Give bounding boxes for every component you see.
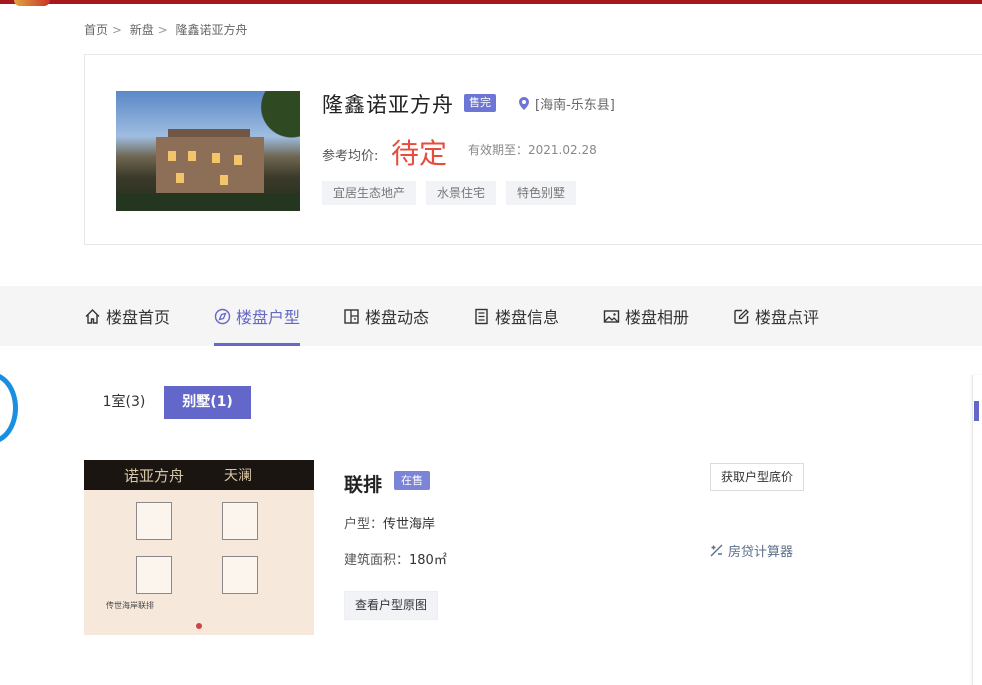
filter-villa-type[interactable]: 别墅(1) bbox=[164, 386, 251, 419]
unit-area-row: 建筑面积：180㎡ bbox=[344, 549, 447, 568]
tag-list: 宜居生态地产 水景住宅 特色别墅 bbox=[322, 181, 577, 205]
tab-label: 楼盘相册 bbox=[625, 308, 690, 327]
status-badge: 售完 bbox=[464, 94, 496, 112]
unit-status-badge: 在售 bbox=[394, 471, 430, 490]
unit-type-label: 户型： bbox=[344, 517, 384, 532]
tab-layouts[interactable]: 楼盘户型 bbox=[214, 286, 301, 346]
breadcrumb-home[interactable]: 首页 bbox=[84, 23, 108, 37]
tab-info[interactable]: 楼盘信息 bbox=[473, 286, 559, 346]
image-icon bbox=[603, 309, 620, 323]
tag: 宜居生态地产 bbox=[322, 181, 417, 205]
price-label: 参考均价: bbox=[322, 149, 379, 164]
top-banner-bar bbox=[0, 0, 982, 4]
breadcrumb-current: 隆鑫诺亚方舟 bbox=[175, 23, 248, 37]
edit-icon bbox=[734, 308, 749, 324]
tab-home[interactable]: 楼盘首页 bbox=[84, 286, 170, 346]
right-side-panel bbox=[972, 375, 982, 685]
side-floating-widget[interactable] bbox=[0, 372, 18, 444]
floor-plan-header-right: 天澜 bbox=[224, 468, 252, 484]
mortgage-calculator-link[interactable]: 房贷计算器 bbox=[709, 541, 793, 560]
home-icon bbox=[85, 308, 100, 324]
tab-label: 楼盘点评 bbox=[755, 308, 820, 327]
tab-label: 楼盘户型 bbox=[236, 308, 301, 327]
project-cover-image[interactable] bbox=[116, 91, 300, 211]
right-panel-marker bbox=[974, 401, 979, 421]
unit-title: 联排 bbox=[344, 474, 383, 496]
tab-album[interactable]: 楼盘相册 bbox=[603, 286, 689, 346]
price-value: 待定 bbox=[391, 137, 448, 170]
news-icon bbox=[344, 308, 359, 324]
location-pin-icon bbox=[519, 97, 529, 110]
get-base-price-button[interactable]: 获取户型底价 bbox=[710, 463, 805, 491]
tag: 特色别墅 bbox=[506, 181, 577, 205]
tab-news[interactable]: 楼盘动态 bbox=[343, 286, 429, 346]
location-text: [海南-乐东县] bbox=[535, 98, 615, 113]
breadcrumb-separator: > bbox=[111, 23, 122, 37]
calculator-icon bbox=[710, 544, 723, 557]
unit-area-label: 建筑面积： bbox=[344, 553, 410, 568]
breadcrumb-separator: > bbox=[157, 23, 168, 37]
tag: 水景住宅 bbox=[426, 181, 497, 205]
calculator-label: 房贷计算器 bbox=[728, 545, 794, 560]
tab-label: 楼盘动态 bbox=[365, 308, 430, 327]
unit-area-value: 180㎡ bbox=[409, 553, 447, 568]
floor-plan-caption: 传世海岸联排 bbox=[106, 601, 154, 610]
project-location: [海南-乐东县] bbox=[519, 94, 615, 113]
floor-plan-image[interactable]: 诺亚方舟 天澜 传世海岸联排 bbox=[84, 460, 314, 635]
layout-icon bbox=[214, 308, 231, 324]
breadcrumb: 首页 > 新盘 > 隆鑫诺亚方舟 bbox=[84, 21, 251, 38]
project-nav: 楼盘首页 楼盘户型 楼盘动态 楼盘信息 楼盘相册 楼盘点评 bbox=[0, 286, 982, 346]
top-banner-decoration bbox=[14, 0, 50, 6]
tab-label: 楼盘信息 bbox=[495, 308, 560, 327]
unit-type-value: 传世海岸 bbox=[383, 517, 436, 532]
project-title: 隆鑫诺亚方舟 bbox=[322, 93, 454, 117]
breadcrumb-new-homes[interactable]: 新盘 bbox=[130, 23, 154, 37]
tab-reviews[interactable]: 楼盘点评 bbox=[733, 286, 819, 346]
tab-label: 楼盘首页 bbox=[106, 308, 171, 327]
filter-room-type[interactable]: 1室(3) bbox=[96, 386, 152, 419]
floor-plan-header-left: 诺亚方舟 bbox=[124, 467, 185, 485]
floor-plan-header: 诺亚方舟 天澜 bbox=[84, 460, 314, 490]
view-floor-plan-button[interactable]: 查看户型原图 bbox=[344, 591, 439, 620]
unit-type-row: 户型：传世海岸 bbox=[344, 513, 435, 532]
list-icon bbox=[475, 308, 488, 324]
project-summary-card: 隆鑫诺亚方舟 售完 [海南-乐东县] 参考均价: 待定 有效期至：2021.02… bbox=[84, 54, 982, 245]
valid-until: 有效期至：2021.02.28 bbox=[468, 143, 597, 157]
